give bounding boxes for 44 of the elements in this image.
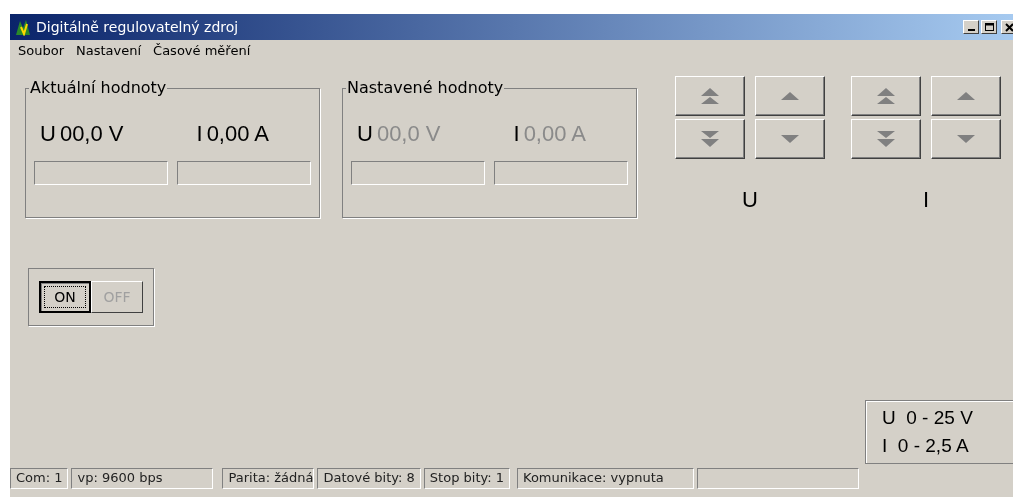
double-down-arrow-icon bbox=[877, 131, 895, 147]
status-pane: vp: 9600 bps bbox=[71, 468, 214, 489]
reading-value: 0,00 A bbox=[523, 121, 586, 147]
step-button[interactable] bbox=[931, 119, 1001, 159]
quantity-symbol: U bbox=[357, 121, 373, 147]
maximize-button[interactable] bbox=[981, 20, 997, 34]
range-text: U 0 - 25 V bbox=[882, 407, 974, 429]
power-button[interactable]: ON bbox=[39, 281, 91, 313]
group-title: Nastavené hodnoty bbox=[346, 78, 505, 97]
menu-item[interactable]: Nastavení bbox=[76, 43, 142, 63]
step-button[interactable] bbox=[851, 119, 921, 159]
window-title: Digitálně regulovatelný zdroj bbox=[36, 19, 240, 35]
stepper-label: I bbox=[922, 187, 930, 213]
close-icon bbox=[1003, 21, 1013, 33]
step-button[interactable] bbox=[755, 119, 825, 159]
status-pane: Com: 1 bbox=[10, 468, 69, 489]
stepper-label: U bbox=[742, 187, 758, 213]
step-button[interactable] bbox=[931, 76, 1001, 116]
minimize-button[interactable] bbox=[963, 20, 979, 34]
status-pane: Parita: žádná bbox=[222, 468, 315, 489]
group-title: Aktuální hodnoty bbox=[29, 78, 168, 97]
maximize-icon bbox=[983, 21, 995, 33]
status-pane: Stop bity: 1 bbox=[423, 468, 510, 489]
step-button[interactable] bbox=[755, 76, 825, 116]
step-button[interactable] bbox=[675, 76, 745, 116]
quantity-symbol: U bbox=[40, 121, 56, 147]
close-button[interactable] bbox=[1001, 20, 1013, 34]
double-down-arrow-icon bbox=[701, 131, 719, 147]
menu-item[interactable]: Soubor bbox=[18, 43, 64, 63]
app-icon bbox=[14, 18, 32, 36]
step-button[interactable] bbox=[851, 76, 921, 116]
reading-value: 00,0 V bbox=[376, 121, 441, 147]
quantity-symbol: I bbox=[513, 121, 520, 147]
menu-item[interactable]: Časové měření bbox=[153, 43, 251, 63]
double-up-arrow-icon bbox=[701, 88, 719, 104]
status-pane: Komunikace: vypnuta bbox=[517, 468, 694, 489]
range-text: I 0 - 2,5 A bbox=[882, 435, 970, 457]
reading-value: 0,00 A bbox=[206, 121, 269, 147]
double-up-arrow-icon bbox=[877, 88, 895, 104]
step-button[interactable] bbox=[675, 119, 745, 159]
minimize-icon bbox=[967, 29, 975, 31]
status-pane: Datové bity: 8 bbox=[317, 468, 421, 489]
reading-value: 00,0 V bbox=[59, 121, 124, 147]
quantity-symbol: I bbox=[196, 121, 203, 147]
